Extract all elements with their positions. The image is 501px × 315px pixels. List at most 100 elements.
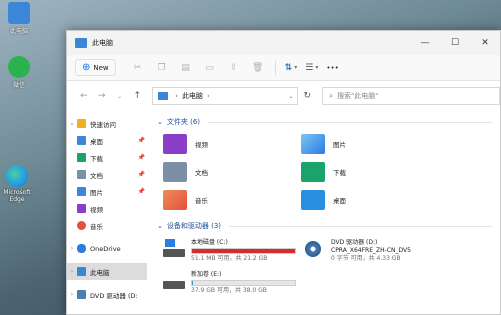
sidebar-item-label: 快速访问 bbox=[90, 120, 116, 129]
folder-pictures[interactable]: 图片 bbox=[301, 133, 439, 155]
sidebar-item-onedrive[interactable]: › OneDrive bbox=[67, 240, 147, 257]
sidebar-item-label: 图片 bbox=[90, 188, 103, 197]
music-folder-icon bbox=[163, 190, 187, 210]
maximize-button[interactable]: ☐ bbox=[440, 31, 470, 55]
command-bar: ⊕ New ✂ ❐ ▤ ▭ ⇪ 🗑 ⇅ ▾ ☰ ▾ ••• bbox=[67, 55, 500, 81]
this-pc-icon bbox=[75, 38, 87, 48]
sidebar-item-label: 视频 bbox=[90, 205, 103, 214]
this-pc-icon bbox=[77, 267, 86, 276]
desktop-icon-edge[interactable]: Microsoft Edge bbox=[0, 165, 34, 203]
desktop-icon-label: 微信 bbox=[12, 82, 25, 89]
sidebar-item-label: 此电脑 bbox=[90, 268, 110, 277]
chevron-down-icon[interactable]: ⌄ bbox=[288, 93, 293, 100]
pin-icon: 📌 bbox=[137, 137, 145, 144]
folder-music[interactable]: 音乐 bbox=[163, 189, 301, 211]
folder-label: 文档 bbox=[195, 169, 208, 177]
folder-videos[interactable]: 视频 bbox=[163, 133, 301, 155]
minimize-button[interactable]: — bbox=[410, 31, 440, 55]
recent-chevron-icon[interactable]: ⌄ bbox=[111, 93, 129, 100]
sidebar-item-label: DVD 驱动器 (D: bbox=[90, 291, 138, 300]
drive-name: DVD 驱动器 (D:) bbox=[331, 239, 378, 246]
sidebar-item-desktop[interactable]: 桌面 📌 bbox=[67, 132, 147, 149]
drive-usage-text: 37.9 GB 可用，共 38.0 GB bbox=[191, 287, 267, 294]
star-icon bbox=[77, 119, 86, 128]
pin-icon: 📌 bbox=[137, 154, 145, 161]
search-icon: ⌕ bbox=[329, 91, 334, 100]
chevron-down-icon[interactable]: ⌄ bbox=[157, 118, 163, 126]
delete-icon[interactable]: 🗑 bbox=[246, 58, 270, 78]
address-bar[interactable]: › 此电脑 › ⌄ bbox=[152, 87, 299, 105]
search-input[interactable]: ⌕ 搜索"此电脑" bbox=[322, 87, 500, 105]
document-folder-icon bbox=[163, 162, 187, 182]
drive-usage-bar bbox=[191, 280, 296, 286]
sidebar-item-this-pc[interactable]: › 此电脑 bbox=[67, 263, 147, 280]
rename-icon[interactable]: ▭ bbox=[198, 58, 222, 78]
back-arrow-icon[interactable]: ← bbox=[75, 91, 93, 101]
sidebar-item-music[interactable]: 音乐 bbox=[67, 217, 147, 234]
sidebar-item-label: 音乐 bbox=[90, 222, 103, 231]
refresh-icon[interactable]: ↻ bbox=[298, 91, 316, 101]
share-icon[interactable]: ⇪ bbox=[222, 58, 246, 78]
drive-name: 新加卷 (E:) bbox=[191, 271, 222, 278]
main-pane: ⌄ 文件夹 (6) 视频 图片 文档 下载 音乐 桌面 ⌄ 设备和驱动器 (3)… bbox=[147, 111, 500, 314]
chevron-right-icon[interactable]: › bbox=[67, 268, 77, 275]
content-area: ⌄ 快速访问 桌面 📌 下载 📌 文档 📌 图片 📌 视频 音乐 › OneDr… bbox=[67, 111, 500, 314]
view-button[interactable]: ☰ ▾ bbox=[305, 63, 318, 73]
drive-usage-bar bbox=[191, 248, 296, 254]
more-button[interactable]: ••• bbox=[326, 64, 338, 72]
chevron-right-icon[interactable]: › bbox=[67, 245, 77, 252]
group-divider bbox=[208, 121, 492, 123]
drive-c[interactable]: 本地磁盘 (C:) 51.1 MB 可用，共 21.2 GB bbox=[163, 239, 303, 263]
chevron-down-icon[interactable]: ⌄ bbox=[67, 120, 77, 127]
desktop-icon-wechat[interactable]: 微信 bbox=[2, 56, 36, 89]
folder-documents[interactable]: 文档 bbox=[163, 161, 301, 183]
copy-icon[interactable]: ❐ bbox=[150, 58, 174, 78]
sidebar-item-pictures[interactable]: 图片 📌 bbox=[67, 183, 147, 200]
desktop-icon-label: 此电脑 bbox=[9, 28, 28, 35]
folder-label: 桌面 bbox=[333, 197, 346, 205]
drive-name: 本地磁盘 (C:) bbox=[191, 239, 228, 246]
folder-label: 音乐 bbox=[195, 197, 208, 205]
new-button[interactable]: ⊕ New bbox=[75, 59, 116, 76]
desktop-folder-icon bbox=[301, 190, 325, 210]
drive-d[interactable]: DVD 驱动器 (D:) CPRA_X64FRE_ZH-CN_DV5 0 字节 … bbox=[303, 239, 443, 263]
document-folder-icon bbox=[77, 170, 86, 179]
close-button[interactable]: ✕ bbox=[470, 31, 500, 55]
drives-grid: 本地磁盘 (C:) 51.1 MB 可用，共 21.2 GB DVD 驱动器 (… bbox=[163, 239, 500, 295]
sort-button[interactable]: ⇅ ▾ bbox=[285, 63, 298, 73]
sidebar-item-videos[interactable]: 视频 bbox=[67, 200, 147, 217]
title-bar: 此电脑 — ☐ ✕ bbox=[67, 31, 500, 55]
chevron-down-icon[interactable]: ⌄ bbox=[157, 222, 163, 230]
window-title: 此电脑 bbox=[92, 39, 113, 47]
sidebar-item-documents[interactable]: 文档 📌 bbox=[67, 166, 147, 183]
drives-group-header[interactable]: ⌄ 设备和驱动器 (3) bbox=[157, 219, 500, 233]
chevron-right-icon[interactable]: › bbox=[67, 291, 77, 298]
drive-volume-label: CPRA_X64FRE_ZH-CN_DV5 bbox=[331, 247, 411, 254]
sidebar-item-dvd-drive[interactable]: › DVD 驱动器 (D: bbox=[67, 286, 147, 303]
folders-grid: 视频 图片 文档 下载 音乐 桌面 bbox=[163, 133, 500, 211]
navigation-pane: ⌄ 快速访问 桌面 📌 下载 📌 文档 📌 图片 📌 视频 音乐 › OneDr… bbox=[67, 111, 147, 314]
sidebar-item-label: 文档 bbox=[90, 171, 103, 180]
video-folder-icon bbox=[163, 134, 187, 154]
address-row: ← → ⌄ ↑ › 此电脑 › ⌄ ↻ ⌕ 搜索"此电脑" bbox=[67, 81, 500, 111]
folder-downloads[interactable]: 下载 bbox=[301, 161, 439, 183]
group-label: 设备和驱动器 (3) bbox=[166, 222, 222, 230]
sidebar-item-downloads[interactable]: 下载 📌 bbox=[67, 149, 147, 166]
sidebar-item-label: OneDrive bbox=[90, 244, 121, 253]
sidebar-item-quick-access[interactable]: ⌄ 快速访问 bbox=[67, 115, 147, 132]
paste-icon[interactable]: ▤ bbox=[174, 58, 198, 78]
folders-group-header[interactable]: ⌄ 文件夹 (6) bbox=[157, 115, 500, 129]
video-folder-icon bbox=[77, 204, 86, 213]
forward-arrow-icon[interactable]: → bbox=[93, 91, 111, 101]
folder-desktop[interactable]: 桌面 bbox=[301, 189, 439, 211]
up-arrow-icon[interactable]: ↑ bbox=[128, 91, 146, 101]
desktop-icon-this-pc[interactable]: 此电脑 bbox=[2, 2, 36, 35]
drive-usage-fill bbox=[192, 249, 295, 253]
monitor-icon bbox=[8, 2, 30, 24]
cut-icon[interactable]: ✂ bbox=[126, 58, 150, 78]
toolbar-divider bbox=[274, 60, 276, 75]
address-path: 此电脑 bbox=[181, 92, 203, 100]
drive-e[interactable]: 新加卷 (E:) 37.9 GB 可用，共 38.0 GB bbox=[163, 271, 303, 295]
folder-label: 图片 bbox=[333, 141, 346, 149]
new-button-label: New bbox=[93, 63, 109, 72]
